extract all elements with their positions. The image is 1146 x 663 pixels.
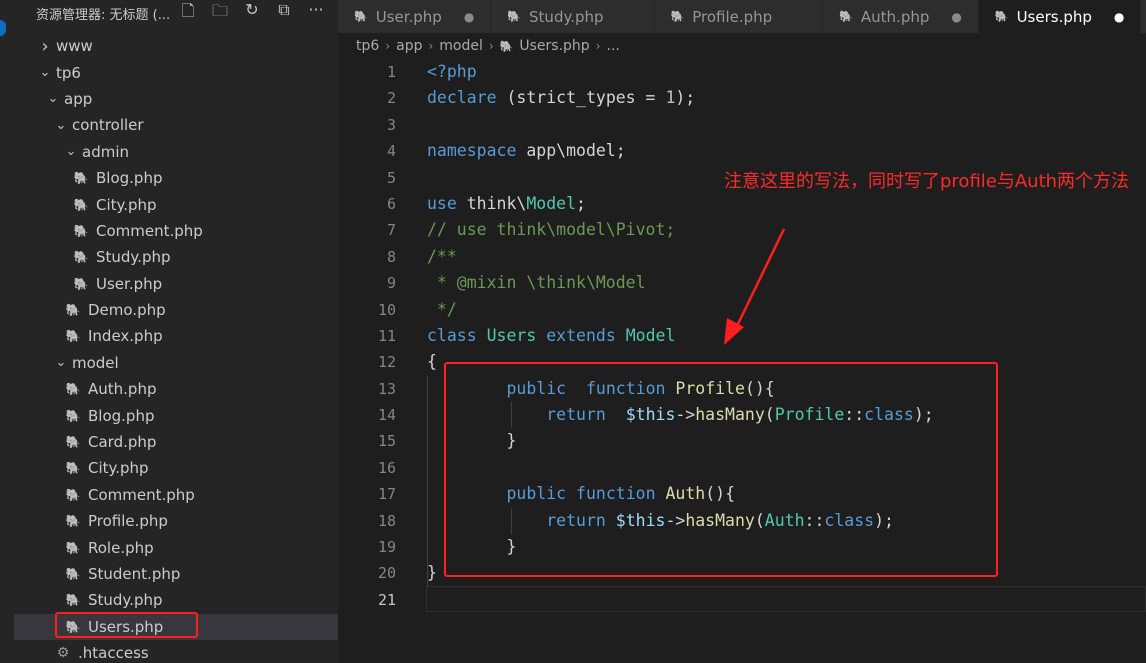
annotation-text: 注意这里的写法，同时写了profile与Auth两个方法: [724, 171, 1130, 192]
annotation-arrow: [724, 228, 786, 345]
annotation-arrow-line: [735, 228, 786, 327]
annotation-arrow-head: [724, 318, 744, 345]
